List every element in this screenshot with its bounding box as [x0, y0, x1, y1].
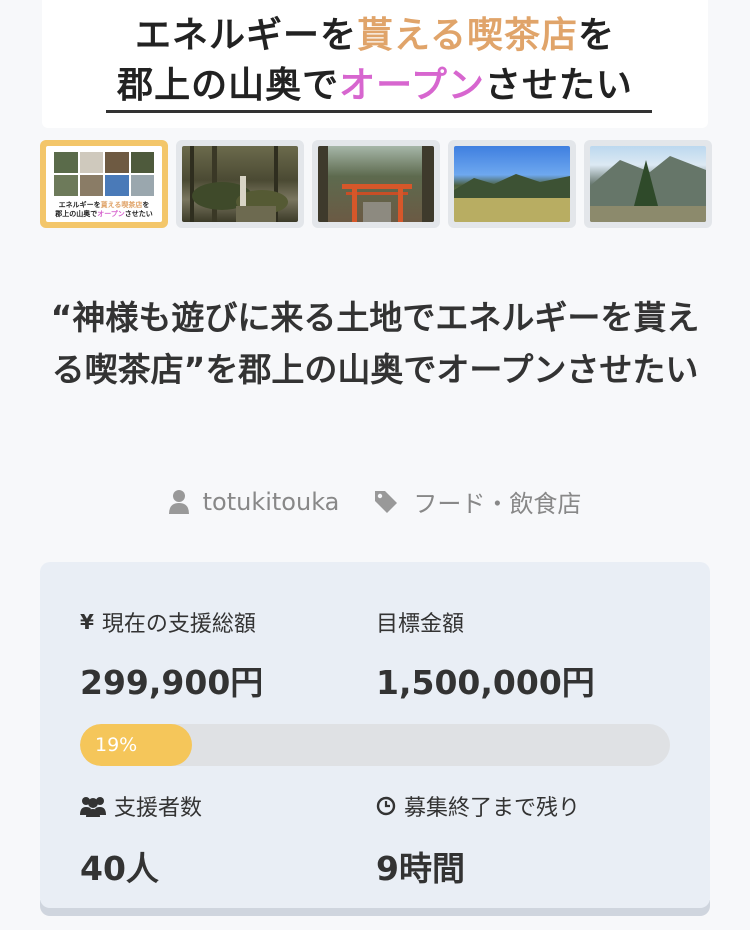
project-meta: totukitouka フード・飲食店: [0, 484, 750, 519]
mountains-field-illustration: [454, 174, 570, 222]
thumb-mountains-field[interactable]: [448, 140, 576, 228]
remaining-value: 9時間: [376, 849, 465, 888]
user-icon: [168, 489, 189, 514]
hero-underline: [106, 110, 652, 113]
thumbnail-strip: エネルギーを貰える喫茶店を 郡上の山奥でオープンさせたい: [40, 140, 712, 230]
thumb-cover-caption: エネルギーを貰える喫茶店を 郡上の山奥でオープンさせたい: [55, 200, 153, 218]
thumb-cover-collage: [54, 152, 154, 196]
thumb-forest-stones-image: [182, 146, 298, 222]
clock-icon: [376, 796, 396, 816]
category-name: フード・飲食店: [413, 490, 582, 518]
goal-label-text: 目標金額: [376, 612, 465, 637]
hero-line-1: エネルギーを貰える喫茶店を: [135, 14, 615, 56]
author-name: totukitouka: [202, 487, 340, 516]
remaining-label: 募集終了まで残り: [376, 790, 580, 822]
torii-illustration: [318, 146, 434, 222]
thumb-torii-gate-image: [318, 146, 434, 222]
hero-banner: エネルギーを貰える喫茶店を 郡上の山奥でオープンさせたい: [42, 0, 708, 128]
backers-label: 支援者数: [80, 790, 202, 822]
remaining-label-text: 募集終了まで残り: [404, 796, 581, 821]
thumb-mountain-tree-image: [590, 146, 706, 222]
raised-label-text: 現在の支援総額: [101, 612, 256, 637]
thumb-torii-gate[interactable]: [312, 140, 440, 228]
goal-value: 1,500,000円: [376, 663, 595, 702]
thumb-cover[interactable]: エネルギーを貰える喫茶店を 郡上の山奥でオープンさせたい: [40, 140, 168, 228]
author-link[interactable]: totukitouka: [168, 484, 340, 519]
progress-percent: 19%: [95, 734, 138, 756]
thumb-mountain-tree[interactable]: [584, 140, 712, 228]
mountain-tree-illustration: [590, 156, 706, 222]
project-title: “神様も遊びに来る土地でエネルギーを貰える喫茶店”を郡上の山奥でオープンさせたい: [50, 298, 700, 389]
yen-icon: ¥: [80, 610, 94, 634]
category-link[interactable]: フード・飲食店: [373, 484, 581, 519]
thumb-mountains-field-image: [454, 146, 570, 222]
backers-label-text: 支援者数: [114, 796, 203, 821]
raised-value: 299,900円: [80, 663, 264, 702]
goal-label: 目標金額: [376, 606, 464, 638]
users-icon: [80, 797, 106, 817]
thumb-cover-image: エネルギーを貰える喫茶店を 郡上の山奥でオープンさせたい: [46, 146, 162, 222]
progress-bar: 19%: [80, 724, 670, 766]
backers-value: 40人: [80, 849, 159, 888]
raised-label: ¥ 現在の支援総額: [80, 606, 256, 638]
stats-panel: ¥ 現在の支援総額 299,900円 目標金額 1,500,000円 19% 支…: [40, 562, 710, 908]
forest-stones-illustration: [190, 146, 288, 222]
thumb-forest-stones[interactable]: [176, 140, 304, 228]
tag-icon: [375, 490, 398, 513]
hero-line-2: 郡上の山奥でオープンさせたい: [117, 64, 633, 106]
progress-fill: 19%: [80, 724, 193, 766]
